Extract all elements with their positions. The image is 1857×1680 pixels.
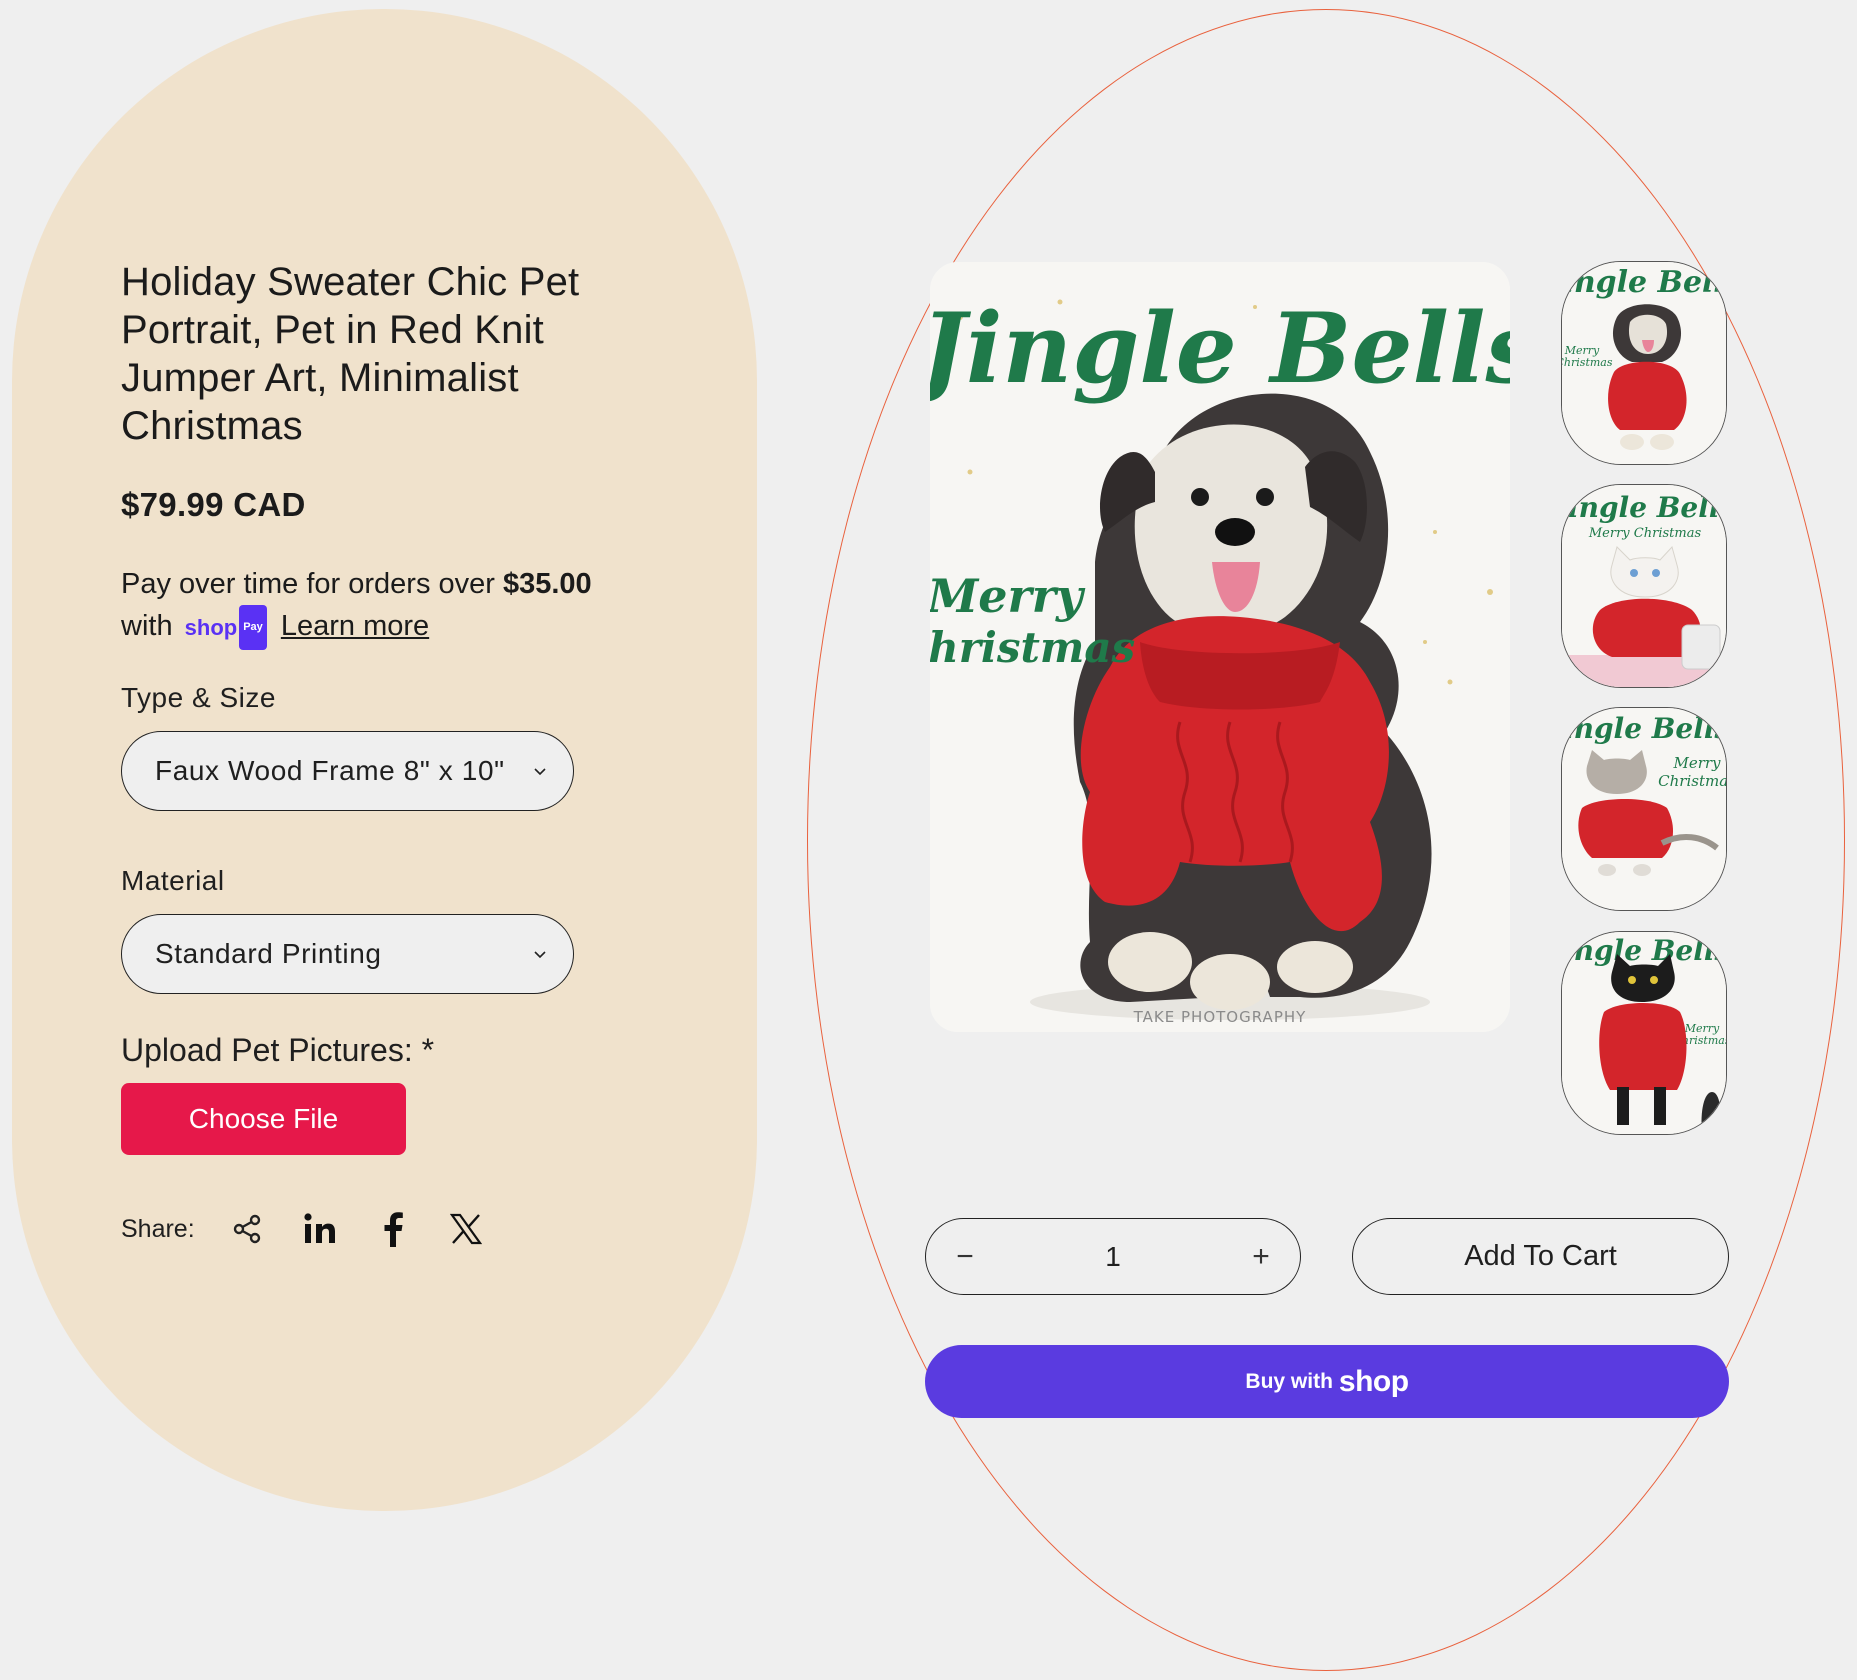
chevron-down-icon xyxy=(534,951,546,959)
installments-threshold: $35.00 xyxy=(502,568,592,600)
chevron-down-icon xyxy=(534,768,546,776)
type-size-label: Type & Size xyxy=(121,682,276,713)
quantity-stepper: − 1 + xyxy=(925,1218,1301,1295)
facebook-icon[interactable] xyxy=(373,1209,413,1249)
increase-quantity-button[interactable]: + xyxy=(1244,1240,1278,1274)
shop-pay-word: shop xyxy=(184,615,238,640)
shop-pay-badge: Pay xyxy=(239,605,267,650)
main-image-side-text-1: Merry xyxy=(930,569,1086,623)
thumbnail-3-sub1: Merry xyxy=(1672,754,1721,772)
main-image-headline: Jingle Bells xyxy=(930,292,1510,405)
type-size-value: Faux Wood Frame 8" x 10" xyxy=(155,755,505,786)
upload-pictures-label: Upload Pet Pictures: * xyxy=(121,1032,435,1068)
thumbnail-4[interactable]: Jingle Bells Merry Christmas xyxy=(1561,931,1727,1135)
thumbnail-1[interactable]: Jingle Bells Merry Christmas xyxy=(1561,261,1727,465)
buy-with-label: Buy with xyxy=(1245,1369,1333,1393)
thumbnail-2[interactable]: Jingle Bells Merry Christmas xyxy=(1561,484,1727,688)
material-select[interactable]: Standard Printing xyxy=(121,914,574,994)
installments-message: Pay over time for orders over $35.00 wit… xyxy=(121,564,681,650)
quantity-input[interactable]: 1 xyxy=(1105,1241,1121,1273)
thumbnail-1-sub2: Christmas xyxy=(1562,356,1613,369)
material-value: Standard Printing xyxy=(155,938,382,969)
main-image-side-text-2: Christmas xyxy=(930,623,1135,672)
product-title: Holiday Sweater Chic Pet Portrait, Pet i… xyxy=(121,260,580,448)
main-product-image[interactable]: Jingle Bells Merry Christmas TAKE PHOTOG… xyxy=(930,262,1510,1032)
share-row: Share: xyxy=(121,1204,519,1254)
x-twitter-icon[interactable] xyxy=(446,1209,486,1249)
installments-with: with xyxy=(121,610,173,643)
choose-file-button[interactable]: Choose File xyxy=(121,1083,406,1155)
shop-pay-logo: shop Pay xyxy=(185,605,267,650)
material-label: Material xyxy=(121,865,225,896)
share-icon[interactable] xyxy=(227,1209,267,1249)
thumbnail-2-sub1: Merry Christmas xyxy=(1588,526,1702,541)
installments-prefix: Pay over time for orders over xyxy=(121,568,503,600)
type-size-select[interactable]: Faux Wood Frame 8" x 10" xyxy=(121,731,574,811)
learn-more-link[interactable]: Learn more xyxy=(281,610,429,642)
share-label: Share: xyxy=(121,1214,195,1243)
decrease-quantity-button[interactable]: − xyxy=(948,1240,982,1274)
buy-with-shop-button[interactable]: Buy with shop xyxy=(925,1345,1729,1418)
thumbnail-2-headline: Jingle Bells xyxy=(1562,491,1727,524)
shop-brand-logo: shop xyxy=(1338,1364,1409,1398)
linkedin-icon[interactable] xyxy=(300,1209,340,1249)
thumbnail-3[interactable]: Jingle Bells Merry Christmas xyxy=(1561,707,1727,911)
add-to-cart-button[interactable]: Add To Cart xyxy=(1352,1218,1729,1295)
thumbnail-3-sub2: Christmas xyxy=(1658,772,1727,790)
product-price: $79.99 CAD xyxy=(121,486,306,523)
main-image-watermark: TAKE PHOTOGRAPHY xyxy=(1133,1008,1307,1026)
product-info: Holiday Sweater Chic Pet Portrait, Pet i… xyxy=(121,258,681,1247)
